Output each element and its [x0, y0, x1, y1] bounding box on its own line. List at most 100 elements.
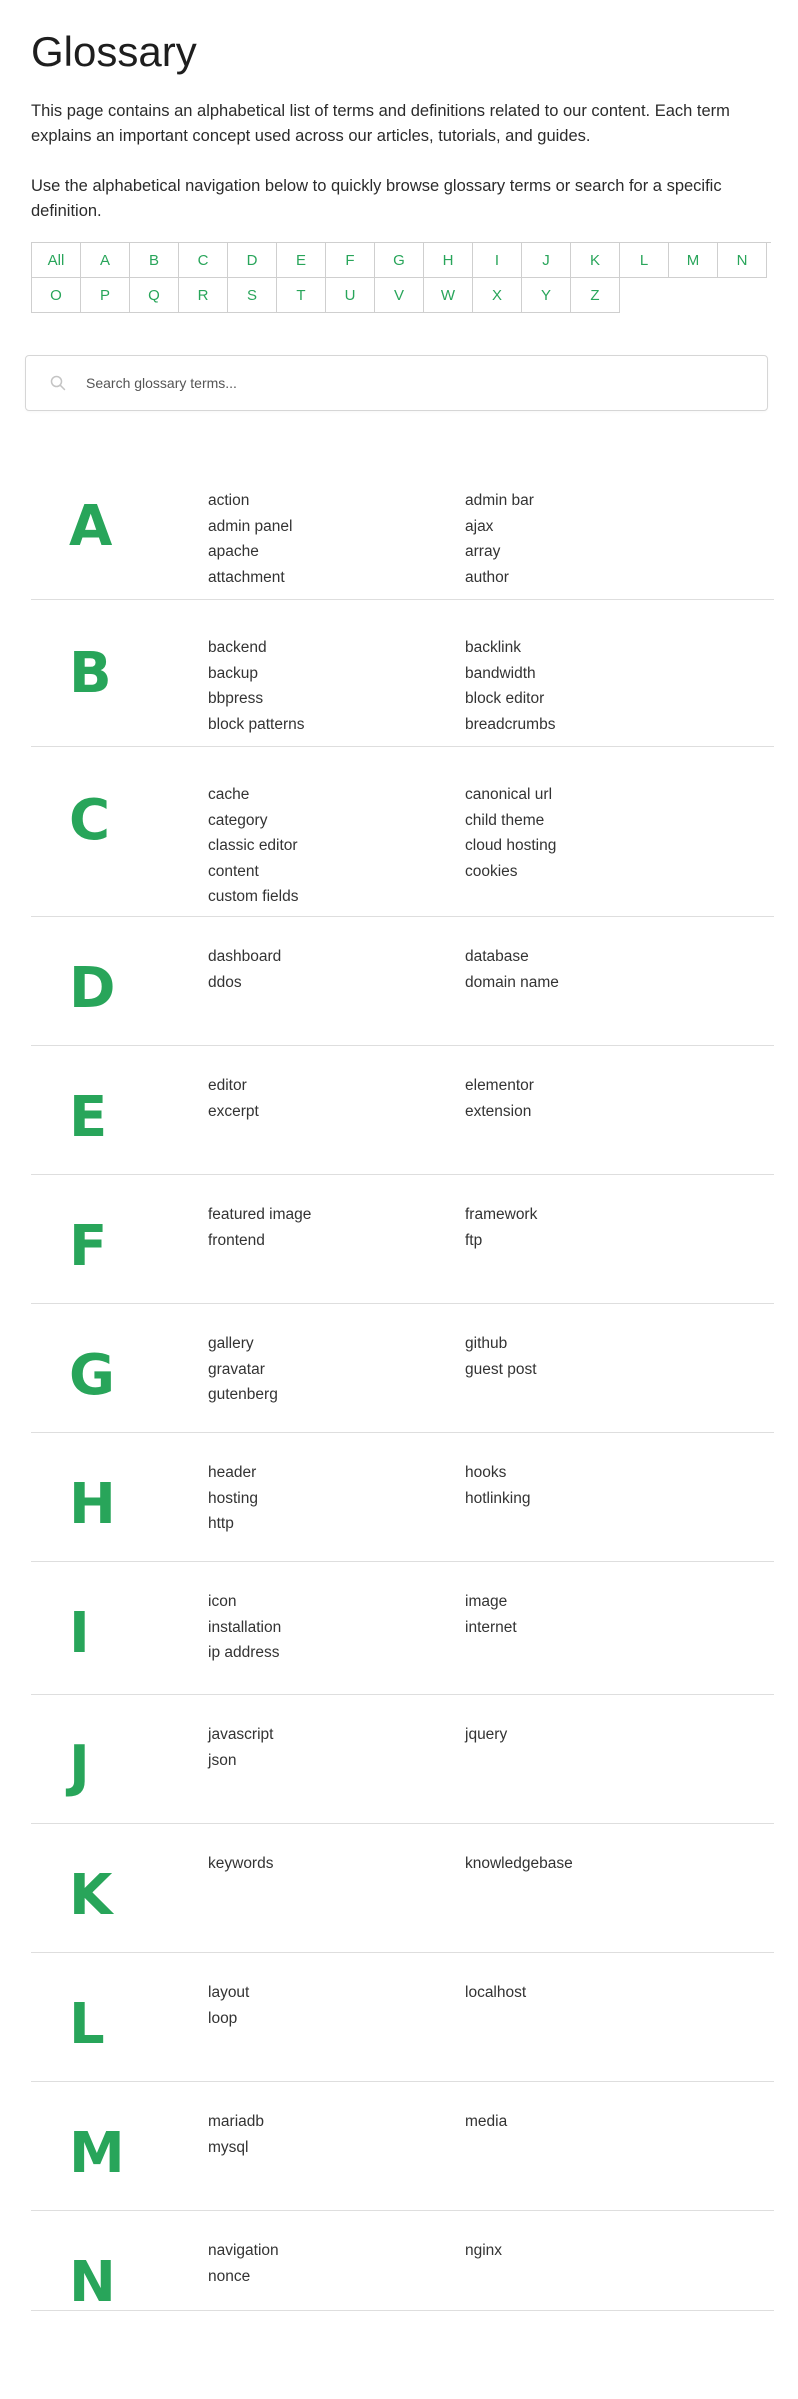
glossary-term-link[interactable]: github [465, 1331, 722, 1357]
glossary-term-link[interactable]: gravatar [208, 1357, 465, 1383]
nav-letter-l[interactable]: L [620, 243, 669, 278]
intro: This page contains an alphabetical list … [31, 99, 767, 224]
glossary-term-link[interactable]: cloud hosting [465, 833, 722, 859]
glossary-section-d: Ddashboard database ddos domain name [31, 917, 774, 1046]
glossary-term-link[interactable]: child theme [465, 808, 722, 834]
glossary-term-link[interactable]: ddos [208, 970, 465, 996]
glossary-term-link[interactable]: elementor [465, 1073, 722, 1099]
nav-letter-h[interactable]: H [424, 243, 473, 278]
glossary-term-link[interactable]: layout [208, 1980, 465, 2006]
section-letter: A [69, 494, 113, 559]
glossary-term-link[interactable]: json [208, 1748, 465, 1774]
glossary-term-link[interactable]: guest post [465, 1357, 722, 1383]
glossary-term-link[interactable]: loop [208, 2006, 465, 2032]
nav-letter-c[interactable]: C [179, 243, 228, 278]
glossary-term-link[interactable]: localhost [465, 1980, 722, 2006]
nav-letter-all[interactable]: All [32, 243, 81, 278]
nav-letter-m[interactable]: M [669, 243, 718, 278]
nav-letter-x[interactable]: X [473, 278, 522, 313]
nav-letter-q[interactable]: Q [130, 278, 179, 313]
glossary-term-link[interactable]: breadcrumbs [465, 712, 722, 738]
nav-letter-u[interactable]: U [326, 278, 375, 313]
nav-letter-r[interactable]: R [179, 278, 228, 313]
glossary-term-link[interactable]: apache [208, 539, 465, 565]
glossary-term-link[interactable]: http [208, 1511, 465, 1537]
glossary-term-link[interactable]: block patterns [208, 712, 465, 738]
glossary-term-link[interactable]: backlink [465, 635, 722, 661]
glossary-term-link[interactable]: cookies [465, 859, 722, 885]
glossary-term-link[interactable]: navigation [208, 2238, 465, 2264]
glossary-term-link[interactable]: extension [465, 1099, 722, 1125]
nav-letter-p[interactable]: P [81, 278, 130, 313]
nav-letter-z[interactable]: Z [571, 278, 620, 313]
glossary-term-link[interactable]: backend [208, 635, 465, 661]
nav-letter-i[interactable]: I [473, 243, 522, 278]
nav-letter-o[interactable]: O [32, 278, 81, 313]
glossary-term-link[interactable]: knowledgebase [465, 1851, 722, 1877]
glossary-term-link[interactable]: cache [208, 782, 465, 808]
nav-letter-j[interactable]: J [522, 243, 571, 278]
glossary-term-link[interactable]: content [208, 859, 465, 885]
nav-letter-e[interactable]: E [277, 243, 326, 278]
glossary-term-link[interactable]: array [465, 539, 722, 565]
glossary-term-link[interactable]: installation [208, 1615, 465, 1641]
glossary-term-link[interactable]: category [208, 808, 465, 834]
glossary-term-link[interactable]: hosting [208, 1486, 465, 1512]
glossary-term-link[interactable]: excerpt [208, 1099, 465, 1125]
glossary-term-link[interactable]: bandwidth [465, 661, 722, 687]
glossary-term-link[interactable]: image [465, 1589, 722, 1615]
glossary-term-link[interactable]: hotlinking [465, 1486, 722, 1512]
term-list: gallery github gravatar guest post gutenberg [208, 1304, 774, 1432]
glossary-term-link[interactable]: ip address [208, 1640, 465, 1666]
glossary-term-link[interactable]: gallery [208, 1331, 465, 1357]
glossary-term-link[interactable]: media [465, 2109, 722, 2135]
glossary-term-link[interactable]: keywords [208, 1851, 465, 1877]
glossary-term-link[interactable]: nginx [465, 2238, 722, 2264]
nav-letter-w[interactable]: W [424, 278, 473, 313]
glossary-term-link[interactable]: canonical url [465, 782, 722, 808]
glossary-term-link[interactable]: admin bar [465, 488, 722, 514]
glossary-term-link[interactable]: ajax [465, 514, 722, 540]
glossary-term-link[interactable]: ftp [465, 1228, 722, 1254]
glossary-term-link[interactable]: javascript [208, 1722, 465, 1748]
glossary-term-link[interactable]: editor [208, 1073, 465, 1099]
nav-letter-k[interactable]: K [571, 243, 620, 278]
glossary-term-link[interactable]: block editor [465, 686, 722, 712]
nav-letter-v[interactable]: V [375, 278, 424, 313]
glossary-term-link[interactable]: backup [208, 661, 465, 687]
nav-letter-y[interactable]: Y [522, 278, 571, 313]
glossary-term-link[interactable]: frontend [208, 1228, 465, 1254]
glossary-term-link[interactable]: header [208, 1460, 465, 1486]
glossary-term-link[interactable]: action [208, 488, 465, 514]
nav-letter-d[interactable]: D [228, 243, 277, 278]
nav-letter-b[interactable]: B [130, 243, 179, 278]
glossary-term-link[interactable]: attachment [208, 565, 465, 591]
search-box[interactable] [25, 355, 768, 411]
search-input[interactable] [86, 375, 686, 391]
glossary-term-link[interactable]: mariadb [208, 2109, 465, 2135]
glossary-term-link[interactable]: mysql [208, 2135, 465, 2161]
glossary-term-link[interactable]: database [465, 944, 722, 970]
nav-letter-s[interactable]: S [228, 278, 277, 313]
glossary-term-link[interactable]: dashboard [208, 944, 465, 970]
glossary-term-link[interactable]: gutenberg [208, 1382, 465, 1408]
nav-letter-f[interactable]: F [326, 243, 375, 278]
glossary-term-link[interactable]: domain name [465, 970, 722, 996]
glossary-term-link[interactable]: jquery [465, 1722, 722, 1748]
glossary-term-link[interactable]: framework [465, 1202, 722, 1228]
search-icon [48, 373, 68, 393]
glossary-term-link[interactable]: internet [465, 1615, 722, 1641]
glossary-term-link[interactable]: author [465, 565, 722, 591]
glossary-term-link[interactable]: nonce [208, 2264, 465, 2290]
glossary-term-link[interactable]: featured image [208, 1202, 465, 1228]
glossary-term-link[interactable]: admin panel [208, 514, 465, 540]
glossary-term-link[interactable]: icon [208, 1589, 465, 1615]
glossary-term-link[interactable]: classic editor [208, 833, 465, 859]
glossary-term-link[interactable]: bbpress [208, 686, 465, 712]
nav-letter-n[interactable]: N [718, 243, 767, 278]
nav-letter-a[interactable]: A [81, 243, 130, 278]
glossary-term-link[interactable]: hooks [465, 1460, 722, 1486]
glossary-term-link[interactable]: custom fields [208, 884, 465, 910]
nav-letter-g[interactable]: G [375, 243, 424, 278]
nav-letter-t[interactable]: T [277, 278, 326, 313]
